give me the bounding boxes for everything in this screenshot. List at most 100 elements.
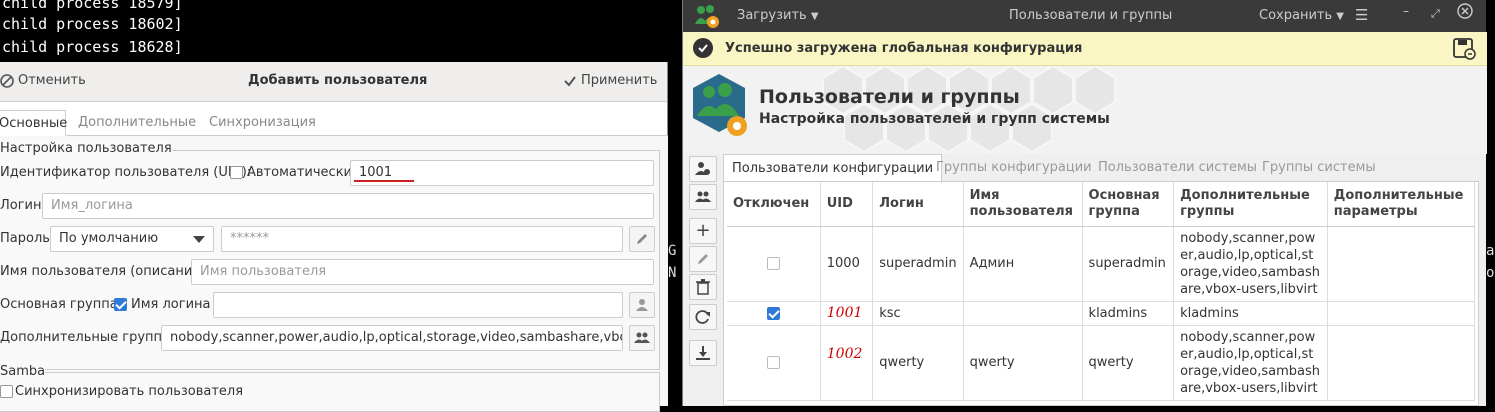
name-cell: qwerty <box>963 325 1083 401</box>
dropdown-arrow-icon: ▼ <box>1336 11 1344 22</box>
tab-basic[interactable]: Основные <box>0 110 67 136</box>
col-extra-groups[interactable]: Дополнительные группы <box>1173 182 1328 227</box>
sync-user-checkbox[interactable]: Синхронизировать пользователя <box>0 384 243 399</box>
cancel-icon <box>0 73 14 88</box>
tab-sync[interactable]: Синхронизация <box>209 110 316 136</box>
password-field[interactable]: ****** <box>221 226 623 252</box>
hero-subtitle: Настройка пользователей и групп системы <box>759 111 1110 127</box>
uid-value: 1001 <box>359 165 393 180</box>
window-title: Пользователи и группы <box>1009 8 1173 23</box>
password-mode-value: По умолчанию <box>59 231 159 246</box>
tab-config-users[interactable]: Пользователи конфигурации <box>723 154 943 182</box>
auto-uid-checkbox[interactable]: Автоматически <box>230 165 352 180</box>
username-label: Имя пользователя (описание): <box>0 264 210 279</box>
params-cell <box>1327 325 1476 401</box>
col-login[interactable]: Логин <box>872 182 964 227</box>
tab-advanced[interactable]: Дополнительные <box>78 110 196 136</box>
uid-cell: 1002 <box>820 325 874 401</box>
name-cell <box>963 301 1083 326</box>
dropdown-arrow-icon: ▼ <box>810 11 819 22</box>
cancel-button[interactable]: Отменить <box>0 73 86 88</box>
minimize-icon[interactable]: – <box>1403 4 1409 18</box>
fragment: o <box>1486 265 1495 281</box>
download-button[interactable] <box>689 340 717 366</box>
save-label: Сохранить <box>1259 8 1333 23</box>
table-row[interactable]: 1001 ksc kladmins kladmins <box>727 301 1476 326</box>
group-mode-button[interactable] <box>689 184 717 210</box>
uid-cell: 1000 <box>820 226 874 302</box>
name-cell: Админ <box>963 226 1083 302</box>
edit-password-button[interactable] <box>629 226 655 252</box>
group-title-samba: Samba <box>0 364 46 379</box>
user-mode-button[interactable] <box>689 156 717 182</box>
login-cell: superadmin <box>872 226 964 302</box>
col-uid[interactable]: UID <box>820 182 874 227</box>
table-row[interactable]: 1000 superadmin Админ superadmin nobody,… <box>727 226 1476 302</box>
check-icon <box>564 75 576 87</box>
disabled-cell[interactable] <box>727 325 821 401</box>
col-username[interactable]: Имя пользователя <box>963 182 1083 227</box>
col-extra-params[interactable]: Дополнительные параметры <box>1327 182 1476 227</box>
hamburger-menu-icon[interactable]: ☰ <box>1355 6 1368 24</box>
users-icon <box>634 332 650 343</box>
disabled-checkbox-checked[interactable] <box>766 306 780 320</box>
login-label: Логин: <box>0 198 46 213</box>
tab-system-groups[interactable]: Группы системы <box>1262 154 1376 182</box>
primary-cell: qwerty <box>1082 325 1175 401</box>
table-row[interactable]: 1002 qwerty qwerty qwerty nobody,scanner… <box>727 325 1476 401</box>
extra-cell: nobody,scanner,power,audio,lp,optical,st… <box>1173 325 1328 401</box>
close-icon[interactable] <box>1457 3 1473 23</box>
password-mode-select[interactable]: По умолчанию <box>50 226 214 252</box>
table-header-row: Отключен UID Логин Имя пользователя Осно… <box>727 182 1476 227</box>
maximize-icon[interactable]: ⤢ <box>1431 7 1440 21</box>
apply-button[interactable]: Применить <box>563 73 657 88</box>
dialog-body: Настройка пользователя Идентификатор пол… <box>0 136 668 412</box>
extra-cell: kladmins <box>1173 301 1328 326</box>
add-user-dialog: Отменить Добавить пользователя Применить… <box>0 62 668 412</box>
users-groups-window: Загрузить ▼ Пользователи и группы Сохран… <box>682 0 1487 406</box>
primary-group-label: Основная группа: <box>0 297 123 312</box>
edit-button[interactable] <box>689 246 717 272</box>
hexagon-background <box>822 66 1116 154</box>
username-field[interactable]: Имя пользователя <box>191 259 654 285</box>
add-button[interactable]: + <box>689 218 717 244</box>
pencil-icon <box>637 234 647 244</box>
window-titlebar: Загрузить ▼ Пользователи и группы Сохран… <box>683 0 1486 32</box>
download-icon <box>696 346 710 360</box>
plus-icon: + <box>695 220 711 241</box>
terminal-line: child process 18628] <box>2 38 183 56</box>
save-menu[interactable]: Сохранить ▼ <box>1259 8 1344 23</box>
col-disabled[interactable]: Отключен <box>727 182 821 227</box>
save-disk-icon[interactable] <box>1453 38 1477 60</box>
disabled-cell[interactable] <box>727 301 821 326</box>
select-primary-group-button[interactable] <box>629 292 655 318</box>
extra-cell: nobody,scanner,power,audio,lp,optical,st… <box>1173 226 1328 302</box>
disabled-cell[interactable] <box>727 226 821 302</box>
select-extra-groups-button[interactable] <box>629 325 655 351</box>
tab-system-users[interactable]: Пользователи системы <box>1098 154 1257 182</box>
load-menu[interactable]: Загрузить ▼ <box>737 8 819 23</box>
disabled-checkbox[interactable] <box>766 356 780 369</box>
disabled-checkbox[interactable] <box>766 257 780 270</box>
handwritten-uid: 1001 <box>826 304 863 321</box>
col-primary-group[interactable]: Основная группа <box>1082 182 1175 227</box>
login-field[interactable]: Имя_логина <box>42 193 654 219</box>
delete-button[interactable] <box>689 274 717 300</box>
cancel-label: Отменить <box>18 73 86 88</box>
login-name-checkbox[interactable]: Имя логина <box>114 297 211 312</box>
tab-config-groups[interactable]: Группы конфигурации <box>936 154 1092 182</box>
users-groups-logo-icon <box>693 74 747 136</box>
primary-group-field[interactable] <box>213 292 623 318</box>
primary-cell: kladmins <box>1082 301 1175 326</box>
checkbox-box-checked <box>114 298 127 311</box>
users-table: Отключен UID Логин Имя пользователя Осно… <box>727 182 1476 401</box>
checkbox-box <box>0 385 13 398</box>
extra-groups-field[interactable]: nobody,scanner,power,audio,lp,optical,st… <box>161 325 623 351</box>
refresh-button[interactable] <box>689 304 717 330</box>
dialog-title: Добавить пользователя <box>248 73 428 88</box>
uid-cell: 1001 <box>820 301 874 326</box>
uid-field[interactable]: 1001 <box>350 160 654 186</box>
primary-cell: superadmin <box>1082 226 1175 302</box>
header-hero: Пользователи и группы Настройка пользова… <box>683 66 1487 154</box>
uid-label: Идентификатор пользователя (UID): <box>0 165 252 180</box>
